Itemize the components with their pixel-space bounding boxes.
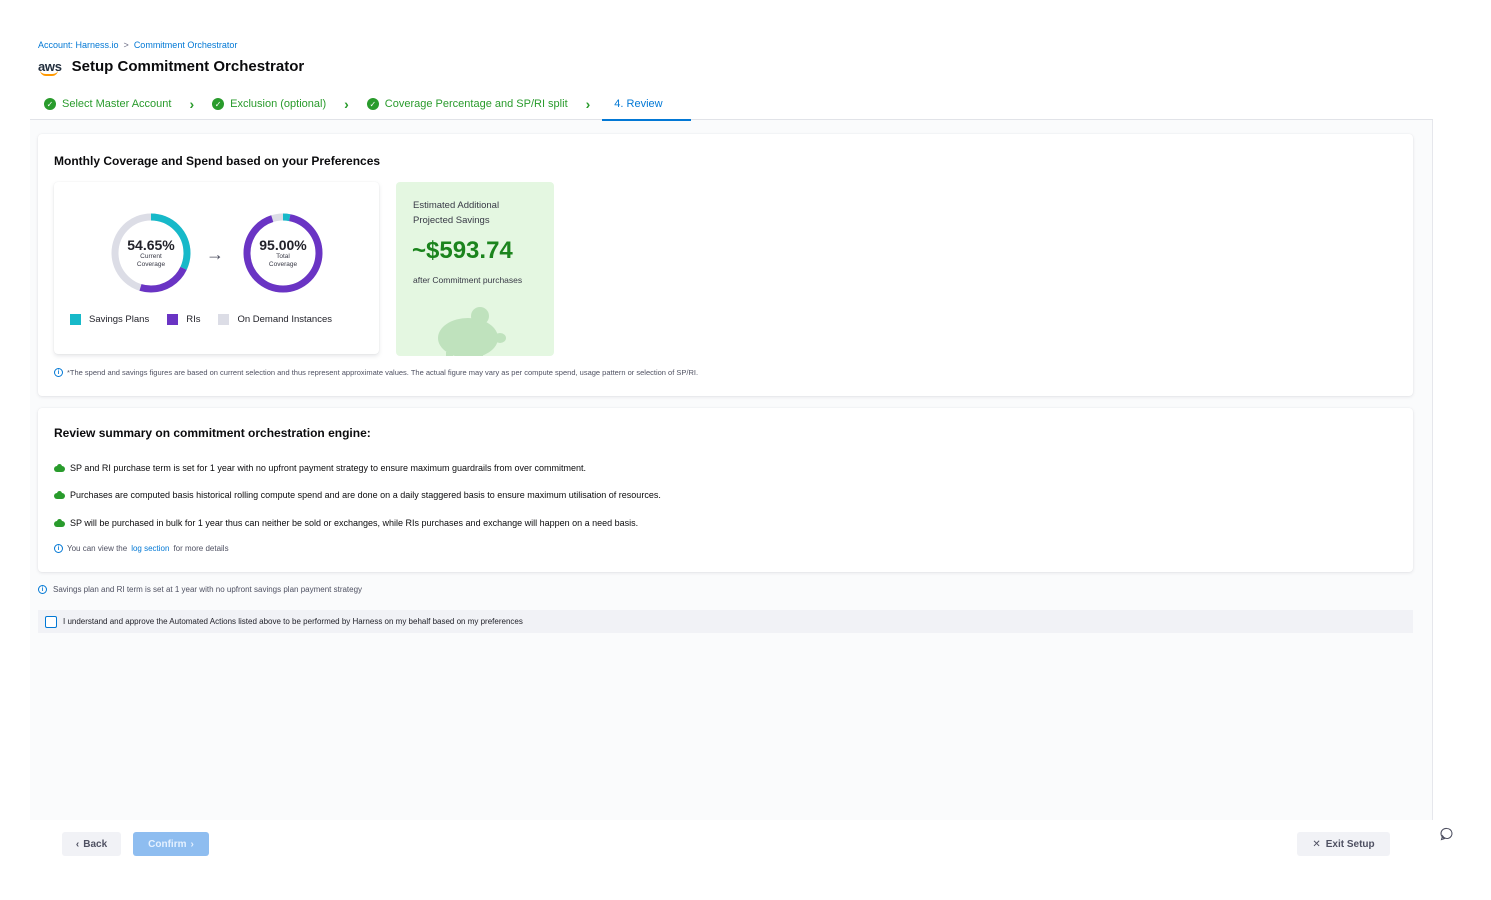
savings-label: Estimated Additional Projected Savings — [413, 200, 500, 226]
review-point-text: SP and RI purchase term is set for 1 yea… — [70, 463, 587, 473]
breadcrumb-separator: > — [123, 40, 129, 50]
aws-logo: aws — [38, 58, 62, 76]
legend-savings-plans: Savings Plans — [70, 314, 149, 325]
coverage-heading: Monthly Coverage and Spend based on your… — [54, 154, 381, 168]
legend-on-demand: On Demand Instances — [218, 314, 332, 325]
breadcrumb-current-link[interactable]: Commitment Orchestrator — [134, 40, 238, 50]
current-coverage-label-2: Coverage — [136, 260, 166, 268]
coverage-card: Monthly Coverage and Spend based on your… — [38, 134, 1413, 396]
review-point: SP will be purchased in bulk for 1 year … — [54, 518, 638, 528]
savings-after-label: after Commitment purchases — [413, 275, 523, 285]
info-icon: i — [54, 368, 63, 377]
legend-ris: RIs — [167, 314, 200, 325]
breadcrumb: Account: Harness.io > Commitment Orchest… — [38, 40, 237, 50]
step-coverage-percentage[interactable]: ✓ Coverage Percentage and SP/RI split — [366, 88, 568, 120]
current-coverage-donut: 54.65% Current Coverage — [110, 212, 192, 294]
info-icon: i — [54, 544, 63, 553]
chevron-right-icon: › — [344, 96, 349, 112]
breadcrumb-account-link[interactable]: Account: Harness.io — [38, 40, 119, 50]
projected-savings-box: Estimated Additional Projected Savings ~… — [396, 182, 554, 356]
coverage-disclaimer: i *The spend and savings figures are bas… — [54, 368, 698, 377]
wizard-footer: ‹ Back Confirm › ✕ Exit Setup — [30, 820, 1433, 868]
cloud-icon — [54, 519, 65, 527]
log-prefix: You can view the — [67, 544, 128, 553]
chevron-left-icon: ‹ — [75, 838, 80, 850]
chat-help-icon[interactable] — [1440, 827, 1454, 841]
total-coverage-donut: 95.00% Total Coverage — [242, 212, 324, 294]
piggy-bank-icon — [438, 307, 506, 356]
total-coverage-value: 95.00% — [259, 236, 307, 253]
review-point: SP and RI purchase term is set for 1 yea… — [54, 463, 586, 473]
check-circle-icon: ✓ — [44, 98, 56, 110]
legend-label: RIs — [186, 314, 201, 325]
log-section-link[interactable]: log section — [131, 544, 169, 553]
log-suffix: for more details — [173, 544, 229, 553]
step-label: Exclusion (optional) — [230, 98, 327, 110]
check-circle-icon: ✓ — [366, 98, 379, 110]
coverage-legend: Savings Plans RIs On Demand Instances — [70, 314, 350, 325]
savings-value: ~$593.74 — [412, 237, 513, 264]
review-summary-card: Review summary on commitment orchestrati… — [38, 408, 1413, 572]
wizard-steps: ✓ Select Master Account › ✓ Exclusion (o… — [30, 88, 1433, 121]
term-note-text: Savings plan and RI term is set at 1 yea… — [53, 585, 363, 594]
setup-frame: Account: Harness.io > Commitment Orchest… — [30, 32, 1433, 868]
page-header: Account: Harness.io > Commitment Orchest… — [30, 32, 1433, 121]
review-point-text: SP will be purchased in bulk for 1 year … — [70, 518, 639, 528]
confirm-button-label: Confirm — [148, 838, 187, 850]
close-icon: ✕ — [1312, 838, 1321, 850]
chevron-right-icon: › — [189, 96, 195, 112]
legend-swatch — [167, 314, 179, 325]
step-label: 4. Review — [614, 98, 663, 110]
legend-label: On Demand Instances — [237, 314, 332, 325]
total-coverage-text: 95.00% Total Coverage — [242, 212, 324, 294]
approval-checkbox[interactable] — [45, 615, 57, 628]
step-exclusion[interactable]: ✓ Exclusion (optional) — [212, 88, 326, 120]
approval-label[interactable]: I understand and approve the Automated A… — [63, 617, 523, 626]
confirm-button[interactable]: Confirm › — [133, 832, 209, 856]
step-label: Coverage Percentage and SP/RI split — [384, 98, 568, 110]
review-point: Purchases are computed basis historical … — [54, 490, 661, 500]
title-row: aws Setup Commitment Orchestrator — [38, 58, 305, 76]
review-heading: Review summary on commitment orchestrati… — [54, 426, 371, 440]
current-coverage-label: Current — [140, 252, 162, 260]
back-button-label: Back — [83, 838, 108, 850]
chevron-right-icon: › — [190, 838, 194, 850]
view-log-note: i You can view the log section for more … — [54, 544, 229, 553]
check-circle-icon: ✓ — [212, 98, 225, 110]
term-note: i Savings plan and RI term is set at 1 y… — [38, 585, 362, 594]
exit-button-label: Exit Setup — [1325, 838, 1375, 850]
step-select-master-account[interactable]: ✓ Select Master Account — [44, 88, 171, 120]
chevron-right-icon: › — [585, 96, 591, 112]
info-icon: i — [38, 585, 47, 594]
current-coverage-text: 54.65% Current Coverage — [110, 212, 192, 294]
cloud-icon — [54, 464, 65, 472]
current-coverage-value: 54.65% — [127, 236, 175, 253]
approval-row[interactable]: I understand and approve the Automated A… — [38, 610, 1413, 633]
step-label: Select Master Account — [62, 98, 172, 110]
cloud-icon — [54, 491, 65, 499]
review-point-text: Purchases are computed basis historical … — [70, 490, 661, 500]
legend-swatch — [218, 314, 230, 325]
arrow-right-icon: → — [206, 244, 224, 264]
legend-swatch — [70, 314, 81, 325]
page-title: Setup Commitment Orchestrator — [71, 58, 305, 75]
coverage-chart-box: 54.65% Current Coverage → 95.00% Total C… — [54, 182, 379, 354]
total-coverage-label-2: Coverage — [268, 260, 298, 268]
exit-setup-button[interactable]: ✕ Exit Setup — [1297, 832, 1390, 856]
total-coverage-label: Total — [276, 252, 290, 260]
legend-label: Savings Plans — [89, 314, 150, 325]
step-review[interactable]: 4. Review — [602, 88, 692, 121]
back-button[interactable]: ‹ Back — [62, 832, 121, 856]
disclaimer-text: *The spend and savings figures are based… — [67, 368, 699, 377]
